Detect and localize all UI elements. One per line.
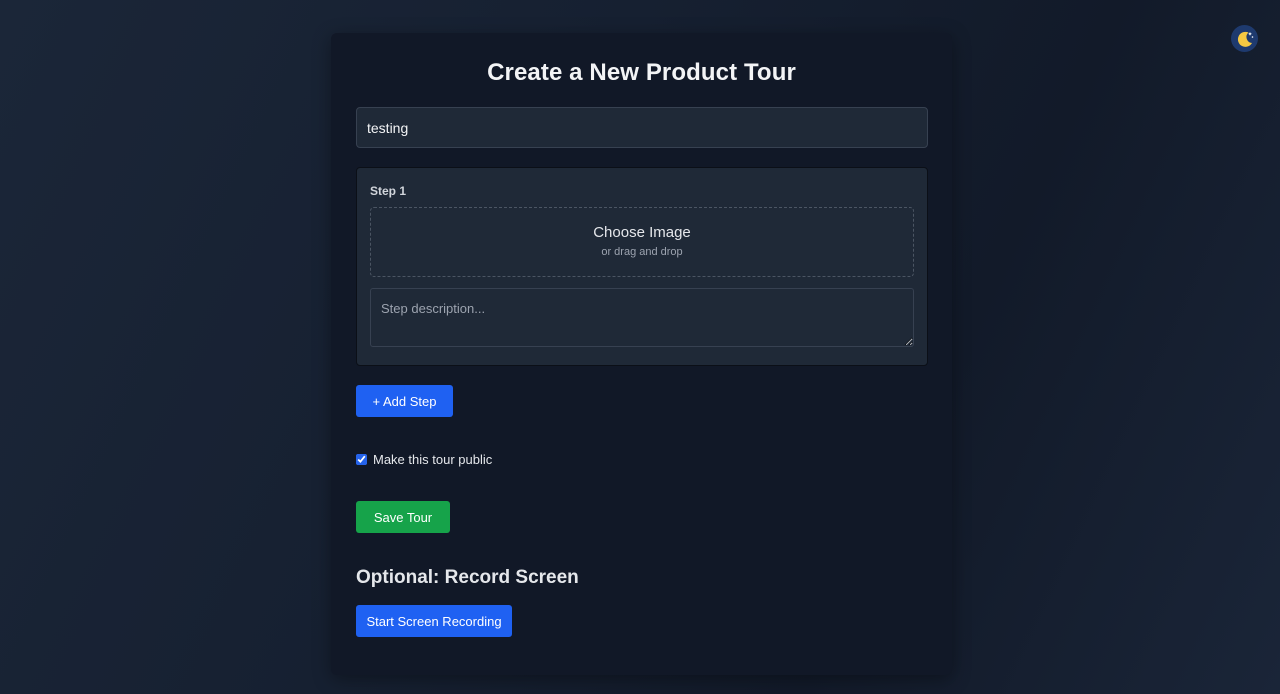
save-tour-button[interactable]: Save Tour xyxy=(356,501,450,533)
public-checkbox-label[interactable]: Make this tour public xyxy=(373,452,492,467)
step-description-field[interactable] xyxy=(370,288,914,347)
choose-image-label: Choose Image xyxy=(593,224,691,241)
page-title: Create a New Product Tour xyxy=(487,59,796,86)
record-section-heading: Optional: Record Screen xyxy=(356,567,579,588)
step-card: Step 1 Choose Image or drag and drop xyxy=(356,167,928,366)
public-checkbox[interactable] xyxy=(356,454,367,465)
tour-name-input[interactable] xyxy=(356,107,928,148)
step-label: Step 1 xyxy=(370,184,407,198)
public-toggle-row: Make this tour public xyxy=(356,452,492,467)
start-recording-button[interactable]: Start Screen Recording xyxy=(356,605,512,637)
theme-toggle-button[interactable] xyxy=(1231,25,1258,52)
moon-icon xyxy=(1237,31,1253,47)
drag-drop-hint: or drag and drop xyxy=(601,246,683,258)
image-dropzone[interactable]: Choose Image or drag and drop xyxy=(370,207,914,277)
tour-form-card: Create a New Product Tour Step 1 Choose … xyxy=(331,33,952,675)
add-step-button[interactable]: + Add Step xyxy=(356,385,453,417)
